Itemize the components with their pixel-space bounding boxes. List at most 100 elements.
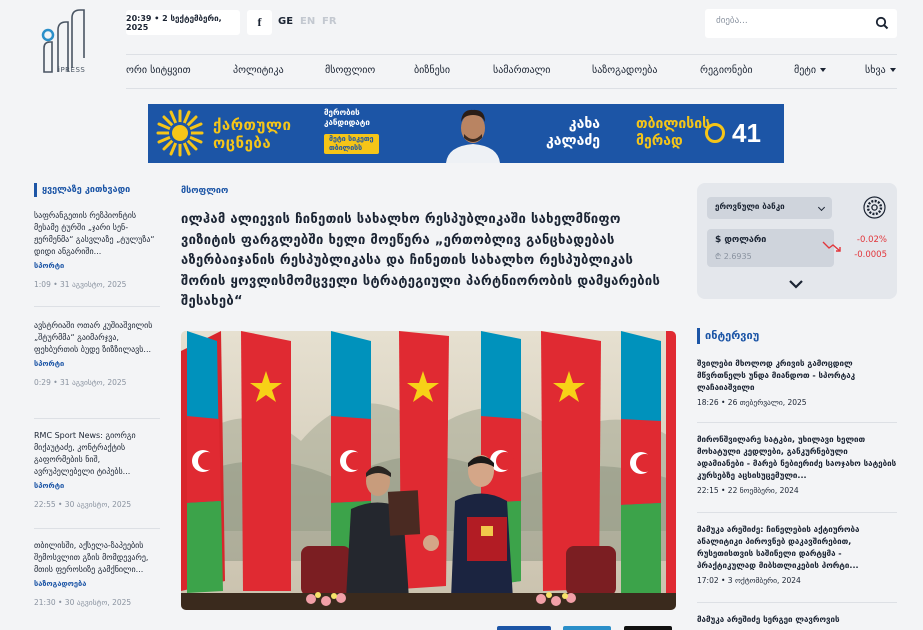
banner-city-line1: თბილისის xyxy=(636,116,711,132)
nav-item-regions[interactable]: რეგიონები xyxy=(700,65,753,76)
list-item-category[interactable]: სპორტი xyxy=(34,261,160,271)
divider xyxy=(34,306,160,307)
list-item-date: 22:15 • 22 ნოემბერი, 2024 xyxy=(697,486,799,495)
banner-name-line2: კალაძე xyxy=(546,133,601,149)
logo-text: iPRESS xyxy=(58,66,86,74)
page: iPRESS 20:39 • 2 სექტემბერი, 2025 f GE E… xyxy=(0,0,923,630)
list-item-title[interactable]: თბილისში, აქსელა-ზაპეების შემოსვლით გზის… xyxy=(34,540,160,576)
list-item[interactable]: საფრანგეთის რეზპიონტის მესამე ტურში „ჯარ… xyxy=(34,210,160,290)
list-item[interactable]: მამუკა არეშიძე სერგეი ლავროვის xyxy=(697,614,897,626)
list-item[interactable]: შვილები მხოლოდ კრივის გამოცდილ მწვრთნელს… xyxy=(697,358,897,408)
list-item-date: 1:09 • 31 აგვისტო, 2025 xyxy=(34,280,127,289)
banner-candidate-name: კახა კალაძე xyxy=(546,116,600,150)
banner-slogan-line2: თბილისს xyxy=(329,144,363,152)
currency-change-absolute: -0.0005 xyxy=(854,250,887,260)
nav-item-business[interactable]: ბიზნესი xyxy=(414,65,450,76)
banner-slogan: მეტი სიკეთე თბილისს xyxy=(324,134,379,154)
list-item-date: 21:30 • 30 აგვისტო, 2025 xyxy=(34,598,132,607)
list-item[interactable]: მირონშვილარე სატკბი, უხილავი ხელით მოხატ… xyxy=(697,434,897,496)
currency-dollar-card[interactable]: $ დოლარი ₾ 2.6935 xyxy=(707,229,834,267)
party-sun-icon xyxy=(156,109,204,157)
facebook-icon[interactable]: f xyxy=(247,10,272,35)
divider xyxy=(697,512,897,513)
article-photo-image xyxy=(181,331,676,610)
main-nav: ორი სიტყვით პოლიტიკა მსოფლიო ბიზნესი სამ… xyxy=(126,56,897,88)
list-item-category[interactable]: საზოგადოება xyxy=(34,579,160,589)
nav-item-politics[interactable]: პოლიტიკა xyxy=(233,65,284,76)
lang-ge[interactable]: GE xyxy=(278,16,293,27)
article-category[interactable]: მსოფლიო xyxy=(181,186,228,196)
list-item-title[interactable]: მამუკა არეშიძე სერგეი ლავროვის xyxy=(697,614,897,626)
trend-down-icon xyxy=(822,241,841,252)
ballot-number: 41 xyxy=(732,118,761,148)
expand-chevron-icon[interactable] xyxy=(789,279,803,289)
article-title: ილჰამ ალიევის ჩინეთის სახალხო რესპუბლიკა… xyxy=(181,212,661,309)
current-datetime: 20:39 • 2 სექტემბერი, 2025 xyxy=(126,10,240,35)
nav-item-briefly[interactable]: ორი სიტყვით xyxy=(126,65,191,76)
list-item-title[interactable]: საფრანგეთის რეზპიონტის მესამე ტურში „ჯარ… xyxy=(34,210,160,258)
banner-subtitle: მერობის კანდიდატი xyxy=(324,108,370,128)
divider xyxy=(34,528,160,529)
nav-item-world[interactable]: მსოფლიო xyxy=(325,65,375,76)
currency-name: $ დოლარი xyxy=(715,235,767,245)
nav-item-society[interactable]: საზოგადოება xyxy=(592,65,657,76)
most-read-title: ყველაზე კითხვადი xyxy=(34,183,160,197)
list-item-date: 22:55 • 30 აგვისტო, 2025 xyxy=(34,500,132,509)
most-read-section: ყველაზე კითხვადი საფრანგეთის რეზპიონტის … xyxy=(34,183,160,607)
share-messenger-button[interactable] xyxy=(563,626,611,630)
gear-icon[interactable] xyxy=(863,196,886,219)
lang-en[interactable]: EN xyxy=(300,16,315,27)
interview-section: ინტერვიუ შვილები მხოლოდ კრივის გამოცდილ … xyxy=(697,328,897,624)
list-item[interactable]: ავსტრიაში ოთარ კუშიაშვილის „შტურმმა“ გაი… xyxy=(34,320,160,388)
divider xyxy=(697,602,897,603)
nav-other-label: სხვა xyxy=(865,65,886,76)
banner-ad[interactable]: ქართული ოცნება მერობის კანდიდატი მეტი სი… xyxy=(148,104,784,163)
chevron-down-icon xyxy=(889,68,896,72)
ballot-circle-icon xyxy=(705,123,725,143)
banner-party-name: ქართული ოცნება xyxy=(213,116,291,152)
list-item-title[interactable]: მამუკა არეშიძე: ჩინელების აქტიურობა ანალ… xyxy=(697,524,897,572)
nav-divider-top xyxy=(126,54,897,55)
nav-item-law[interactable]: სამართალი xyxy=(493,65,550,76)
banner-slogan-line1: მეტი სიკეთე xyxy=(329,135,374,143)
divider xyxy=(34,418,160,419)
nav-item-other[interactable]: სხვა xyxy=(865,65,896,76)
article-photo xyxy=(181,331,676,610)
chevron-down-icon xyxy=(820,68,827,72)
chevron-down-icon xyxy=(817,203,826,212)
currency-rate: ₾ 2.6935 xyxy=(715,252,752,261)
currency-widget: ეროვნული ბანკი $ დოლარი ₾ 2.6935 -0.02% … xyxy=(697,183,897,299)
share-facebook-button[interactable] xyxy=(497,626,551,630)
list-item-title[interactable]: ავსტრიაში ოთარ კუშიაშვილის „შტურმმა“ გაი… xyxy=(34,320,160,356)
share-x-button[interactable] xyxy=(624,626,672,630)
banner-subtitle-line2: კანდიდატი xyxy=(324,118,370,127)
list-item-title[interactable]: შვილები მხოლოდ კრივის გამოცდილ მწვრთნელს… xyxy=(697,358,897,394)
list-item-category[interactable]: სპორტი xyxy=(34,359,160,369)
bank-select-value: ეროვნული ბანკი xyxy=(715,202,785,211)
list-item-date: 17:02 • 3 ოქტომბერი, 2024 xyxy=(697,576,801,585)
nav-more-label: მეტი xyxy=(794,65,817,76)
nav-item-more[interactable]: მეტი xyxy=(794,65,827,76)
banner-city: თბილისის მერად xyxy=(636,116,710,150)
banner-name-line1: კახა xyxy=(568,116,601,132)
search-box xyxy=(705,9,897,38)
interview-title: ინტერვიუ xyxy=(697,328,897,344)
search-input[interactable] xyxy=(716,16,866,26)
list-item[interactable]: თბილისში, აქსელა-ზაპეების შემოსვლით გზის… xyxy=(34,540,160,608)
list-item[interactable]: RMC Sport News: გიორგი მიქაუტაძე, კონტრა… xyxy=(34,430,160,510)
banner-subtitle-line1: მერობის xyxy=(324,108,360,117)
list-item[interactable]: მამუკა არეშიძე: ჩინელების აქტიურობა ანალ… xyxy=(697,524,897,586)
banner-city-line2: მერად xyxy=(636,133,683,149)
currency-change-percent: -0.02% xyxy=(856,235,887,245)
lang-fr[interactable]: FR xyxy=(322,16,337,27)
list-item-title[interactable]: მირონშვილარე სატკბი, უხილავი ხელით მოხატ… xyxy=(697,434,897,482)
bank-select[interactable]: ეროვნული ბანკი xyxy=(707,197,832,219)
search-icon[interactable] xyxy=(875,16,889,30)
list-item-category[interactable]: სპორტი xyxy=(34,481,160,491)
list-item-title[interactable]: RMC Sport News: გიორგი მიქაუტაძე, კონტრა… xyxy=(34,430,160,478)
divider xyxy=(697,422,897,423)
banner-party-line1: ქართული xyxy=(213,116,292,134)
nav-divider-bottom xyxy=(126,88,897,89)
list-item-date: 0:29 • 31 აგვისტო, 2025 xyxy=(34,378,127,387)
banner-party-line2: ოცნება xyxy=(213,134,272,152)
